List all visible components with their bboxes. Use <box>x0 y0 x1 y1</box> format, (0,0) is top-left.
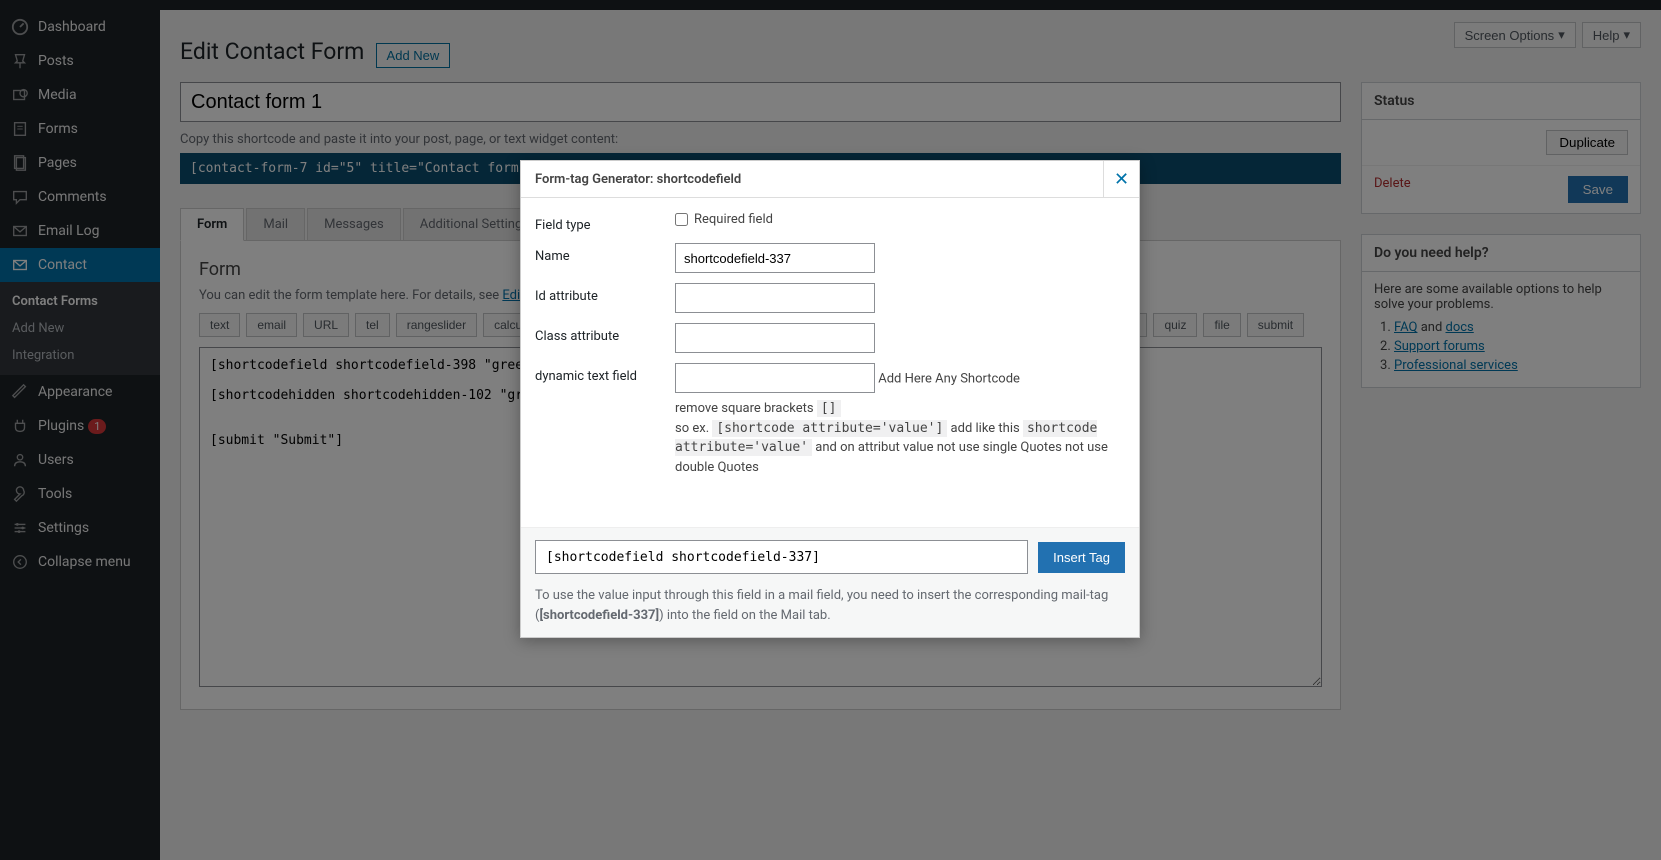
dynamic-help-text: remove square brackets [] so ex. [shortc… <box>675 399 1125 477</box>
class-attribute-input[interactable] <box>675 323 875 353</box>
field-type-label: Field type <box>535 212 675 233</box>
dynamic-text-input[interactable] <box>675 363 875 393</box>
dialog-title: Form-tag Generator: shortcodefield <box>521 162 755 197</box>
required-field-label[interactable]: Required field <box>675 212 773 227</box>
close-icon: ✕ <box>1114 169 1129 190</box>
dialog-footer: Insert Tag To use the value input throug… <box>521 527 1139 637</box>
dialog-close-button[interactable]: ✕ <box>1103 161 1139 197</box>
name-input[interactable] <box>675 243 875 273</box>
dynamic-hint: Add Here Any Shortcode <box>878 372 1020 387</box>
class-attribute-label: Class attribute <box>535 323 675 344</box>
id-attribute-input[interactable] <box>675 283 875 313</box>
dialog-body: Field type Required field Name Id attrib… <box>521 198 1139 527</box>
dialog-header: Form-tag Generator: shortcodefield ✕ <box>521 161 1139 198</box>
generated-tag-input[interactable] <box>535 540 1028 574</box>
dynamic-text-label: dynamic text field <box>535 363 675 384</box>
dialog-footer-note: To use the value input through this fiel… <box>535 586 1125 625</box>
name-label: Name <box>535 243 675 264</box>
form-tag-generator-dialog: Form-tag Generator: shortcodefield ✕ Fie… <box>520 160 1140 638</box>
id-attribute-label: Id attribute <box>535 283 675 304</box>
insert-tag-button[interactable]: Insert Tag <box>1038 542 1125 573</box>
required-field-checkbox[interactable] <box>675 213 688 226</box>
